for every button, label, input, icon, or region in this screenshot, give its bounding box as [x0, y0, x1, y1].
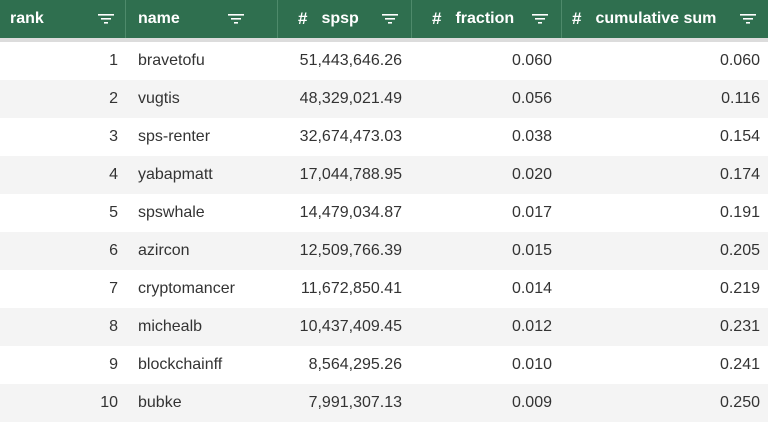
cell-rank: 2 — [109, 90, 118, 107]
cell-cumulative-sum: 0.116 — [721, 90, 760, 107]
column-header-fraction[interactable]: # fraction — [412, 0, 562, 38]
cell-spsp: 51,443,646.26 — [299, 52, 402, 69]
cell-rank: 1 — [109, 52, 118, 69]
filter-icon[interactable] — [98, 13, 114, 25]
cell-cumulative-sum: 0.060 — [719, 52, 760, 69]
cell-cumulative-sum: 0.231 — [719, 318, 760, 335]
cell-cumulative-sum: 0.219 — [719, 280, 760, 297]
cell-name: azircon — [138, 242, 190, 259]
cell-name: cryptomancer — [138, 280, 235, 297]
column-header-label: rank — [10, 10, 44, 27]
column-header-spsp[interactable]: # spsp — [278, 0, 412, 38]
table-header: rank name # spsp # fraction # cumulative… — [0, 0, 768, 42]
table-body: 1 bravetofu 51,443,646.26 0.060 0.060 2 … — [0, 42, 768, 422]
table-row: 9 blockchainff 8,564,295.26 0.010 0.241 — [0, 346, 768, 384]
cell-name: michealb — [138, 318, 203, 335]
cell-rank: 10 — [100, 394, 118, 411]
table-row: 5 spswhale 14,479,034.87 0.017 0.191 — [0, 194, 768, 232]
cell-cumulative-sum: 0.205 — [719, 242, 760, 259]
cell-fraction: 0.020 — [511, 166, 552, 183]
cell-name: blockchainff — [138, 356, 223, 373]
cell-fraction: 0.056 — [511, 90, 552, 107]
cell-rank: 7 — [109, 280, 118, 297]
cell-fraction: 0.017 — [511, 204, 552, 221]
column-header-name[interactable]: name — [126, 0, 278, 38]
cell-fraction: 0.038 — [511, 128, 552, 145]
table-row: 1 bravetofu 51,443,646.26 0.060 0.060 — [0, 42, 768, 80]
data-table: rank name # spsp # fraction # cumulative… — [0, 0, 768, 422]
cell-cumulative-sum: 0.174 — [719, 166, 760, 183]
table-row: 4 yabapmatt 17,044,788.95 0.020 0.174 — [0, 156, 768, 194]
cell-spsp: 14,479,034.87 — [299, 204, 402, 221]
cell-rank: 4 — [109, 166, 118, 183]
table-row: 10 bubke 7,991,307.13 0.009 0.250 — [0, 384, 768, 422]
cell-rank: 3 — [109, 128, 118, 145]
cell-spsp: 48,329,021.49 — [299, 90, 402, 107]
cell-spsp: 11,672,850.41 — [300, 280, 402, 297]
cell-spsp: 17,044,788.95 — [299, 166, 402, 183]
cell-fraction: 0.014 — [511, 280, 552, 297]
cell-spsp: 32,674,473.03 — [299, 128, 402, 145]
cell-name: sps-renter — [138, 128, 211, 145]
cell-spsp: 8,564,295.26 — [308, 356, 402, 373]
cell-spsp: 7,991,307.13 — [308, 394, 402, 411]
table-row: 2 vugtis 48,329,021.49 0.056 0.116 — [0, 80, 768, 118]
column-header-cumulative-sum[interactable]: # cumulative sum — [562, 0, 768, 38]
numeric-type-icon: # — [572, 9, 582, 28]
cell-name: vugtis — [138, 90, 180, 107]
filter-icon[interactable] — [740, 13, 756, 25]
column-header-label: cumulative sum — [595, 10, 717, 27]
filter-icon[interactable] — [532, 13, 548, 25]
table-row: 6 azircon 12,509,766.39 0.015 0.205 — [0, 232, 768, 270]
cell-spsp: 12,509,766.39 — [299, 242, 402, 259]
cell-fraction: 0.015 — [511, 242, 552, 259]
column-header-label: spsp — [321, 10, 359, 27]
cell-cumulative-sum: 0.241 — [719, 356, 760, 373]
column-header-rank[interactable]: rank — [0, 0, 126, 38]
numeric-type-icon: # — [298, 9, 308, 28]
numeric-type-icon: # — [432, 9, 442, 28]
cell-rank: 9 — [109, 356, 118, 373]
filter-icon[interactable] — [382, 13, 398, 25]
cell-cumulative-sum: 0.154 — [719, 128, 760, 145]
filter-icon[interactable] — [228, 13, 244, 25]
cell-cumulative-sum: 0.250 — [719, 394, 760, 411]
column-header-label: name — [138, 10, 180, 27]
table-row: 7 cryptomancer 11,672,850.41 0.014 0.219 — [0, 270, 768, 308]
cell-name: yabapmatt — [138, 166, 213, 183]
cell-fraction: 0.060 — [511, 52, 552, 69]
cell-name: spswhale — [138, 204, 205, 221]
cell-fraction: 0.012 — [511, 318, 552, 335]
column-header-label: fraction — [455, 10, 515, 27]
cell-rank: 6 — [109, 242, 118, 259]
cell-spsp: 10,437,409.45 — [299, 318, 402, 335]
table-row: 8 michealb 10,437,409.45 0.012 0.231 — [0, 308, 768, 346]
cell-fraction: 0.010 — [511, 356, 552, 373]
cell-rank: 5 — [109, 204, 118, 221]
cell-name: bravetofu — [138, 52, 205, 69]
cell-rank: 8 — [109, 318, 118, 335]
cell-cumulative-sum: 0.191 — [719, 204, 760, 221]
cell-name: bubke — [138, 394, 182, 411]
cell-fraction: 0.009 — [511, 394, 552, 411]
table-row: 3 sps-renter 32,674,473.03 0.038 0.154 — [0, 118, 768, 156]
